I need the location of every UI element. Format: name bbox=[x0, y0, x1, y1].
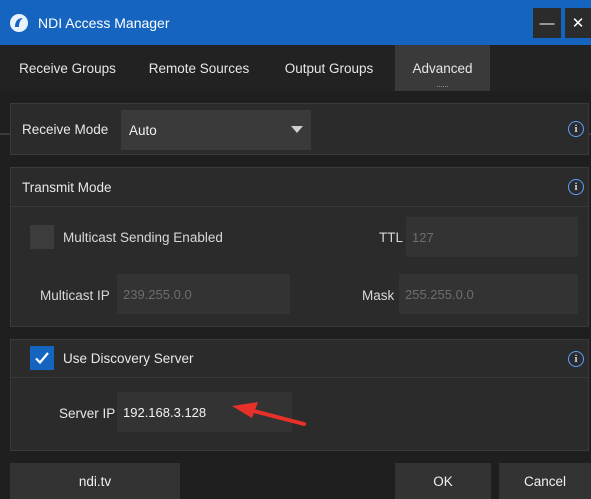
server-ip-value: 192.168.3.128 bbox=[123, 404, 207, 420]
discovery-server-label: Use Discovery Server bbox=[63, 351, 194, 366]
receive-mode-label: Receive Mode bbox=[22, 122, 109, 137]
ndi-tv-button[interactable]: ndi.tv bbox=[10, 463, 180, 499]
ttl-label: TTL bbox=[379, 230, 404, 245]
chevron-down-icon bbox=[291, 126, 303, 133]
multicast-checkbox[interactable] bbox=[30, 225, 54, 249]
ttl-field[interactable]: 127 bbox=[406, 217, 578, 257]
tab-bar: Receive Groups Remote Sources Output Gro… bbox=[0, 45, 591, 135]
discovery-server-panel: Use Discovery Server i Server IP 192.168… bbox=[10, 339, 589, 451]
receive-mode-panel: Receive Mode Auto i bbox=[10, 103, 589, 155]
multicast-ip-field[interactable]: 239.255.0.0 bbox=[117, 274, 290, 314]
ok-button[interactable]: OK bbox=[395, 463, 491, 499]
annotation-arrow-icon bbox=[232, 402, 306, 426]
tab-remote-sources[interactable]: Remote Sources bbox=[135, 45, 263, 91]
tab-receive-groups[interactable]: Receive Groups bbox=[0, 45, 135, 91]
close-button[interactable]: ✕ bbox=[565, 8, 591, 38]
transmit-mode-label: Transmit Mode bbox=[22, 180, 112, 195]
multicast-ip-label: Multicast IP bbox=[40, 288, 110, 303]
window-title: NDI Access Manager bbox=[38, 14, 170, 31]
tab-advanced[interactable]: Advanced bbox=[395, 45, 490, 91]
discovery-server-checkbox[interactable] bbox=[30, 346, 54, 370]
multicast-ip-value: 239.255.0.0 bbox=[123, 286, 192, 302]
ndi-logo-icon bbox=[10, 13, 28, 32]
receive-mode-value: Auto bbox=[129, 122, 157, 138]
mask-label: Mask bbox=[362, 288, 395, 303]
info-icon[interactable]: i bbox=[568, 121, 584, 137]
transmit-mode-panel: Transmit Mode i Multicast Sending Enable… bbox=[10, 167, 589, 327]
title-bar: NDI Access Manager — ✕ bbox=[0, 0, 591, 45]
checkmark-icon bbox=[35, 352, 49, 365]
info-icon[interactable]: i bbox=[568, 179, 584, 195]
receive-mode-dropdown[interactable]: Auto bbox=[121, 110, 311, 150]
ttl-value: 127 bbox=[412, 229, 434, 245]
minimize-button[interactable]: — bbox=[533, 8, 561, 38]
cancel-button[interactable]: Cancel bbox=[499, 463, 591, 499]
tab-output-groups[interactable]: Output Groups bbox=[263, 45, 395, 91]
mask-value: 255.255.0.0 bbox=[405, 286, 474, 302]
info-icon[interactable]: i bbox=[568, 351, 584, 367]
server-ip-label: Server IP bbox=[59, 406, 116, 421]
section-divider bbox=[11, 206, 588, 207]
multicast-label: Multicast Sending Enabled bbox=[63, 230, 223, 245]
mask-field[interactable]: 255.255.0.0 bbox=[399, 274, 578, 314]
section-divider bbox=[11, 377, 588, 378]
